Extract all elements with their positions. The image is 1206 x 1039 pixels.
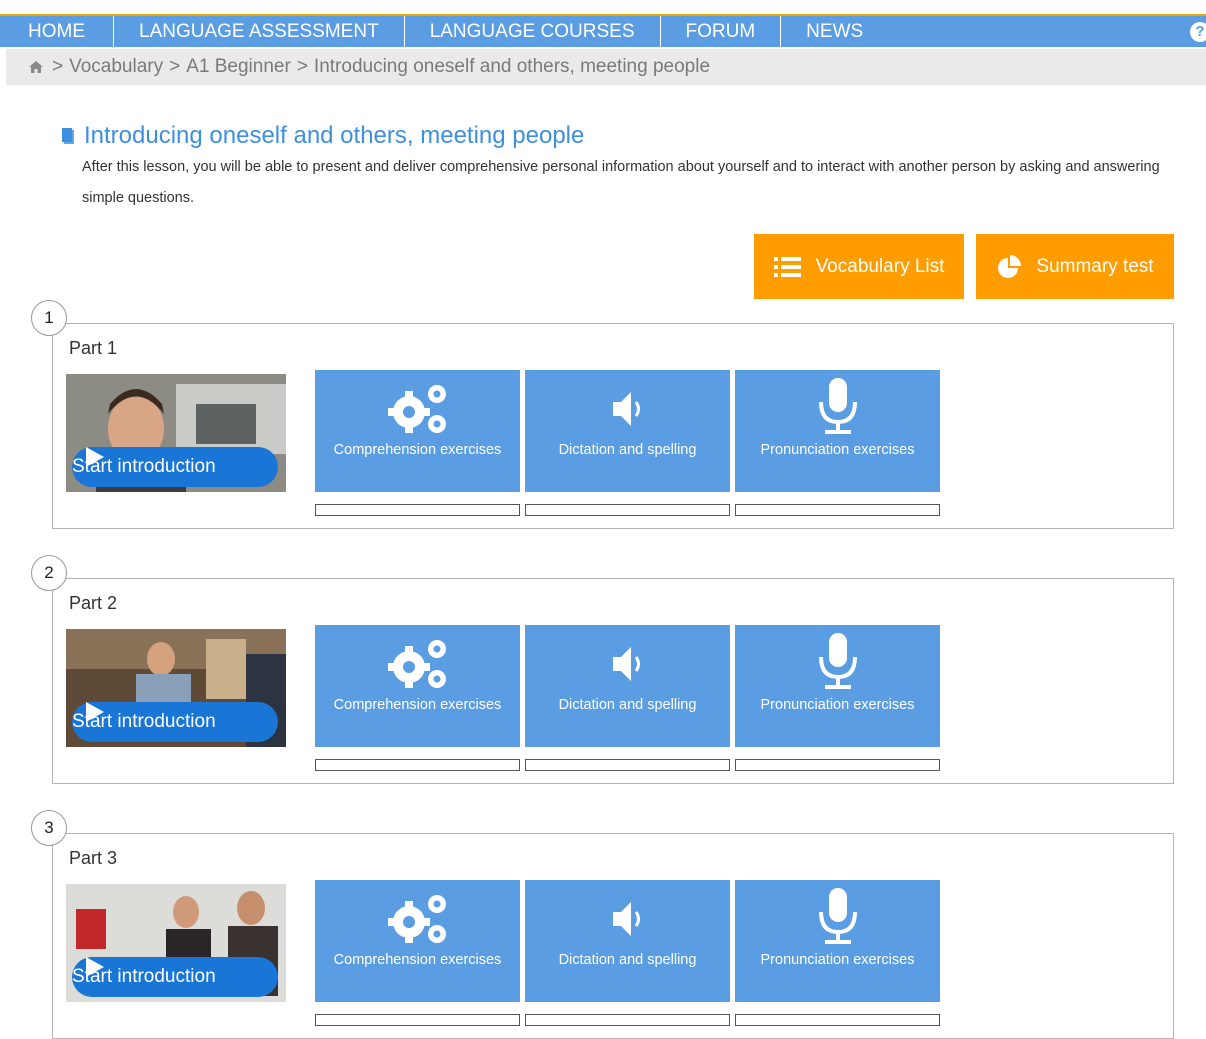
part-number-badge: 2 [31, 555, 67, 591]
progress-bar [525, 504, 730, 516]
tile-label: Dictation and spelling [558, 697, 697, 713]
progress-bar [315, 1014, 520, 1026]
summary-test-button[interactable]: Summary test [976, 234, 1174, 299]
pie-chart-icon [998, 254, 1022, 278]
lesson-description: After this lesson, you will be able to p… [82, 159, 1160, 206]
progress-bar [525, 1014, 730, 1026]
nav-item-language-assessment[interactable]: LANGUAGE ASSESSMENT [114, 16, 405, 47]
book-icon [62, 128, 74, 144]
tile-label: Pronunciation exercises [760, 442, 915, 458]
progress-bar [525, 759, 730, 771]
pronunciation-exercises-tile[interactable]: Pronunciation exercises [735, 370, 940, 492]
tile-label: Pronunciation exercises [760, 697, 915, 713]
nav-menu: HOME LANGUAGE ASSESSMENT LANGUAGE COURSE… [0, 16, 1206, 47]
dictation-spelling-tile[interactable]: Dictation and spelling [525, 880, 730, 1002]
tile-label: Dictation and spelling [558, 952, 697, 968]
progress-bar [735, 504, 940, 516]
progress-bar [315, 759, 520, 771]
part-title: Part 1 [69, 338, 118, 358]
tile-label: Dictation and spelling [558, 442, 697, 458]
breadcrumb-current-lesson: Introducing oneself and others, meeting … [313, 56, 711, 77]
start-introduction-button[interactable]: Start introduction [72, 447, 278, 487]
breadcrumb: > Vocabulary > A1 Beginner > Introducing… [6, 49, 1206, 85]
speaker-icon [612, 902, 640, 936]
help-icon[interactable]: ? [1190, 22, 1206, 42]
play-icon [86, 702, 104, 722]
pronunciation-exercises-tile[interactable]: Pronunciation exercises [735, 625, 940, 747]
part-number-badge: 3 [31, 810, 67, 846]
part-title: Part 3 [69, 848, 118, 868]
lesson-title-text: Introducing oneself and others, meeting … [84, 122, 585, 149]
tile-label: Pronunciation exercises [760, 952, 915, 968]
gears-icon [387, 385, 446, 433]
lesson-title: Introducing oneself and others, meeting … [60, 122, 584, 150]
breadcrumb-a1-beginner[interactable]: A1 Beginner [186, 49, 291, 85]
pronunciation-exercises-tile[interactable]: Pronunciation exercises [735, 880, 940, 1002]
progress-bar [735, 1014, 940, 1026]
gears-icon [387, 895, 446, 943]
top-navigation: HOME LANGUAGE ASSESSMENT LANGUAGE COURSE… [0, 14, 1206, 47]
speaker-icon [612, 392, 640, 426]
tile-label: Comprehension exercises [333, 442, 502, 458]
summary-test-label: Summary test [1036, 255, 1154, 277]
part-number-badge: 1 [31, 300, 67, 336]
microphone-icon [818, 888, 857, 944]
nav-item-forum[interactable]: FORUM [661, 16, 782, 47]
start-introduction-button[interactable]: Start introduction [72, 957, 278, 997]
list-icon [773, 256, 801, 277]
gears-icon [387, 640, 446, 688]
video-thumbnail[interactable]: Start introduction [66, 884, 286, 1002]
nav-item-news[interactable]: NEWS [781, 16, 888, 47]
vocabulary-list-button[interactable]: Vocabulary List [754, 234, 964, 299]
video-thumbnail[interactable]: Start introduction [66, 374, 286, 492]
progress-bar [735, 759, 940, 771]
microphone-icon [818, 633, 857, 689]
play-icon [86, 957, 104, 977]
start-introduction-button[interactable]: Start introduction [72, 702, 278, 742]
speaker-icon [612, 647, 640, 681]
vocabulary-list-label: Vocabulary List [815, 255, 945, 277]
nav-item-home[interactable]: HOME [0, 16, 114, 47]
play-icon [86, 447, 104, 467]
nav-item-language-courses[interactable]: LANGUAGE COURSES [405, 16, 661, 47]
home-icon[interactable] [28, 60, 44, 74]
breadcrumb-separator: > [52, 56, 64, 77]
tile-label: Comprehension exercises [333, 952, 502, 968]
part-section-3: 3 Part 3 Start introduction Comprehensio… [31, 810, 1174, 1039]
comprehension-exercises-tile[interactable]: Comprehension exercises [315, 370, 520, 492]
microphone-icon [818, 378, 857, 434]
comprehension-exercises-tile[interactable]: Comprehension exercises [315, 625, 520, 747]
breadcrumb-separator: > [296, 56, 308, 77]
part-section-1: 1 Part 1 Start introduction Comprehensio… [31, 300, 1174, 529]
video-thumbnail[interactable]: Start introduction [66, 629, 286, 747]
part-section-2: 2 Part 2 Start introduction Comprehensio… [31, 555, 1174, 784]
breadcrumb-separator: > [169, 56, 181, 77]
dictation-spelling-tile[interactable]: Dictation and spelling [525, 370, 730, 492]
tile-label: Comprehension exercises [333, 697, 502, 713]
progress-bar [315, 504, 520, 516]
part-title: Part 2 [69, 593, 118, 613]
breadcrumb-vocabulary[interactable]: Vocabulary [69, 49, 163, 85]
dictation-spelling-tile[interactable]: Dictation and spelling [525, 625, 730, 747]
comprehension-exercises-tile[interactable]: Comprehension exercises [315, 880, 520, 1002]
